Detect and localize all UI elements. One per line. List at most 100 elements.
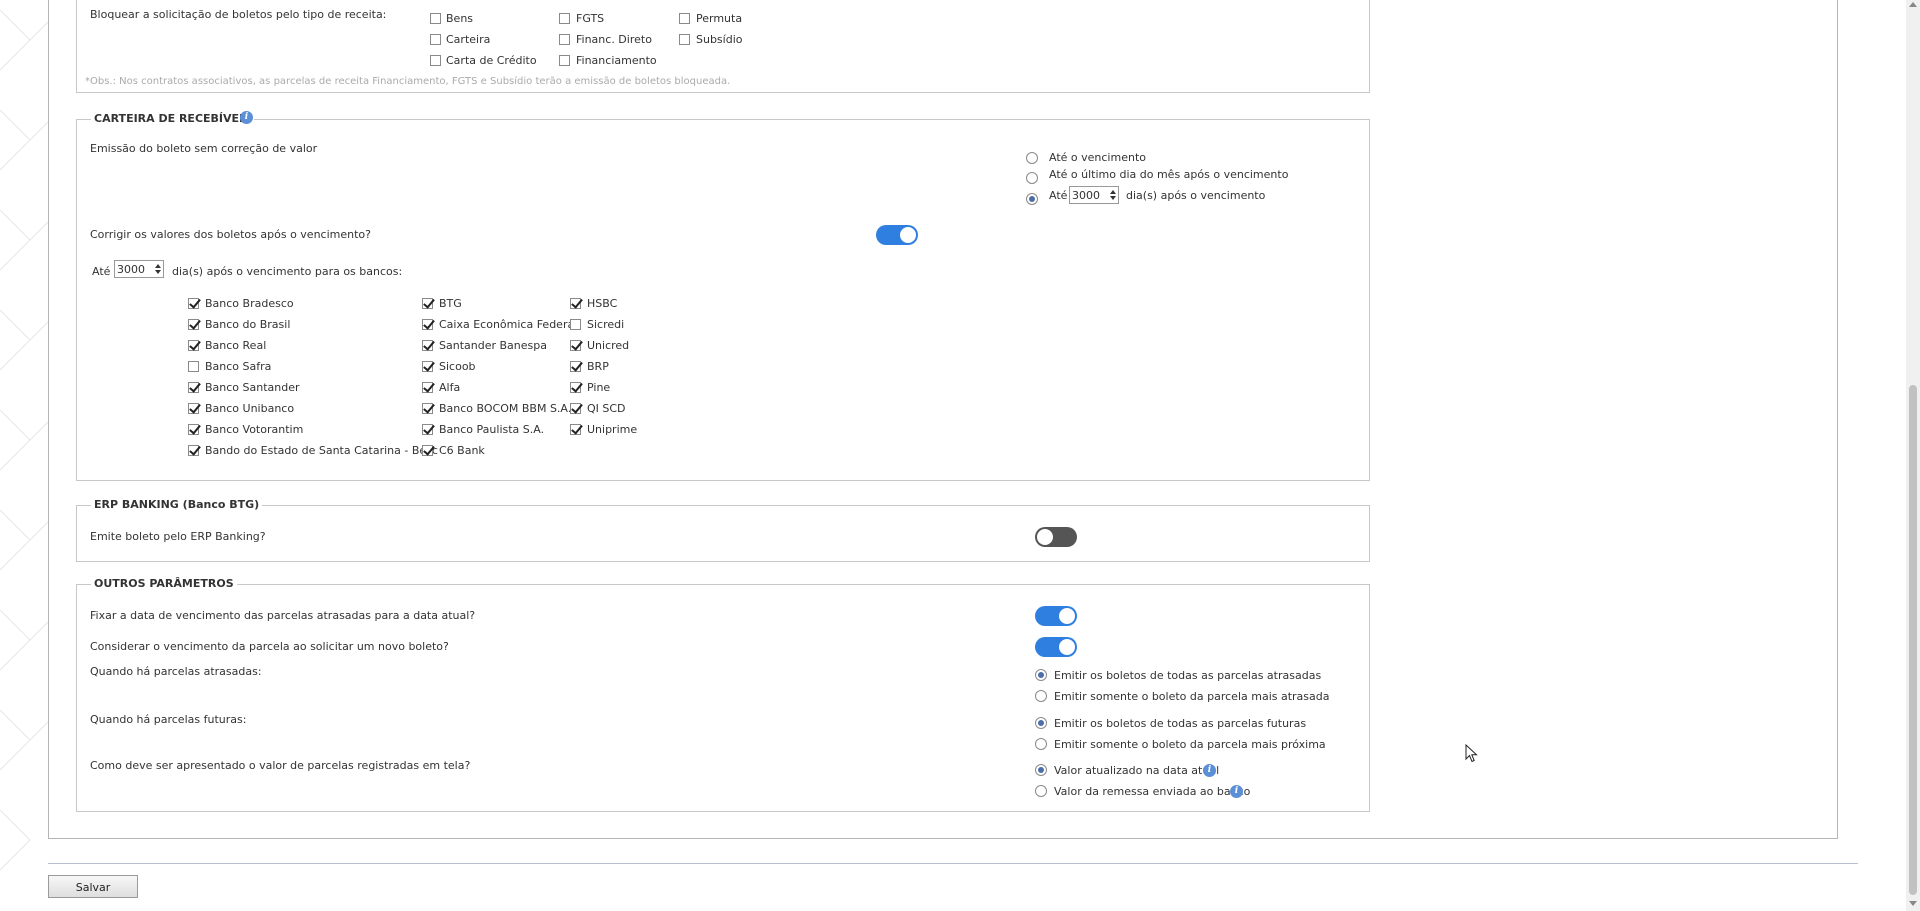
stepper-down-icon[interactable] [1110,196,1116,200]
checkbox-santander-banespa[interactable] [422,340,433,351]
scrollbar-thumb[interactable] [1909,385,1917,895]
radio-todas-atrasadas-label: Emitir os boletos de todas as parcelas a… [1054,669,1322,682]
radio-todas-futuras[interactable] [1035,717,1047,729]
carteira-legend: CARTEIRA DE RECEBÍVEIS [91,112,255,125]
save-button[interactable]: Salvar [48,875,138,898]
checkbox-banco-santander[interactable] [188,382,199,393]
checkbox-banco-bradesco-label: Banco Bradesco [205,297,294,310]
vertical-scrollbar[interactable] [1906,0,1920,911]
radio-mais-atrasada-label: Emitir somente o boleto da parcela mais … [1054,690,1330,703]
corrigir-label: Corrigir os valores dos boletos após o v… [90,228,371,241]
atrasadas-label: Quando há parcelas atrasadas: [90,665,262,678]
checkbox-banco-votorantim[interactable] [188,424,199,435]
ate-label: Até [92,265,111,278]
checkbox-banco-do-brasil[interactable] [188,319,199,330]
checkbox-banco-unibanco[interactable] [188,403,199,414]
radio-ultimo-dia-mes-label: Até o último dia do mês após o venciment… [1049,168,1289,181]
checkbox-carteira[interactable] [430,34,441,45]
checkbox-banco-real[interactable] [188,340,199,351]
outros-section: OUTROS PARÂMETROS Fixar a data de vencim… [76,577,1370,812]
info-icon[interactable]: i [240,111,253,124]
checkbox-carta-de-credito[interactable] [430,55,441,66]
dias-vencimento-stepper[interactable] [1069,186,1119,204]
checkbox-btg-label: BTG [439,297,462,310]
checkbox-carta-de-credito-label: Carta de Crédito [446,54,537,67]
scroll-down-icon[interactable] [1909,901,1917,906]
radio-mais-atrasada[interactable] [1035,690,1047,702]
checkbox-financ-direto[interactable] [559,34,570,45]
bloqueio-obs-note: *Obs.: Nos contratos associativos, as pa… [85,76,731,87]
checkbox-santander-banespa-label: Santander Banespa [439,339,547,352]
checkbox-unicred[interactable] [570,340,581,351]
checkbox-subsidio-label: Subsídio [696,33,743,46]
carteira-legend-text: CARTEIRA DE RECEBÍVEIS [94,112,252,125]
fixar-toggle[interactable] [1035,606,1077,626]
radio-ate-vencimento-label: Até o vencimento [1049,151,1146,164]
checkbox-c6-bank-label: C6 Bank [439,444,485,457]
radio-ate-dias[interactable] [1026,193,1038,205]
checkbox-banco-paulista-label: Banco Paulista S.A. [439,423,545,436]
mouse-cursor-icon [1465,744,1478,763]
checkbox-sicredi[interactable] [570,319,581,330]
checkbox-bens[interactable] [430,13,441,24]
dias-bancos-input[interactable] [117,262,145,276]
checkbox-bocom-bbm[interactable] [422,403,433,414]
considerar-label: Considerar o vencimento da parcela ao so… [90,640,449,653]
checkbox-banco-bradesco[interactable] [188,298,199,309]
checkbox-banco-paulista[interactable] [422,424,433,435]
checkbox-bocom-bbm-label: Banco BOCOM BBM S.A. [439,402,572,415]
futuras-label: Quando há parcelas futuras: [90,713,247,726]
emite-toggle[interactable] [1035,527,1077,547]
stepper-up-icon[interactable] [155,264,161,268]
scroll-up-icon[interactable] [1909,2,1917,7]
checkbox-qi-scd[interactable] [570,403,581,414]
dias-vencimento-input[interactable] [1072,188,1100,202]
radio-ate-dias-pre: Até [1049,189,1068,202]
info-icon[interactable]: i [1203,764,1216,777]
checkbox-caixa-label: Caixa Econômica Federal [439,318,578,331]
checkbox-banco-do-brasil-label: Banco do Brasil [205,318,291,331]
corrigir-toggle[interactable] [876,225,918,245]
checkbox-caixa[interactable] [422,319,433,330]
checkbox-uniprime[interactable] [570,424,581,435]
checkbox-btg[interactable] [422,298,433,309]
checkbox-pine[interactable] [570,382,581,393]
checkbox-brp[interactable] [570,361,581,372]
checkbox-alfa[interactable] [422,382,433,393]
checkbox-sicredi-label: Sicredi [587,318,625,331]
stepper-up-icon[interactable] [1110,190,1116,194]
checkbox-fgts-label: FGTS [576,12,605,25]
checkbox-fgts[interactable] [559,13,570,24]
checkbox-carteira-label: Carteira [446,33,491,46]
checkbox-unicred-label: Unicred [587,339,630,352]
radio-valor-atualizado[interactable] [1035,764,1047,776]
checkbox-banco-santander-label: Banco Santander [205,381,300,394]
footer-divider [48,863,1858,864]
fixar-label: Fixar a data de vencimento das parcelas … [90,609,476,622]
checkbox-hsbc[interactable] [570,298,581,309]
info-icon[interactable]: i [1230,785,1243,798]
checkbox-financiamento[interactable] [559,55,570,66]
checkbox-permuta[interactable] [679,13,690,24]
toggle-knob [900,227,916,243]
radio-valor-atualizado-label: Valor atualizado na data atual [1054,764,1220,777]
radio-ultimo-dia-mes[interactable] [1026,172,1038,184]
radio-mais-proxima[interactable] [1035,738,1047,750]
checkbox-c6-bank[interactable] [422,445,433,456]
stepper-down-icon[interactable] [155,270,161,274]
checkbox-besc[interactable] [188,445,199,456]
checkbox-banco-safra[interactable] [188,361,199,372]
checkbox-financ-direto-label: Financ. Direto [576,33,652,46]
bloqueio-label: Bloquear a solicitação de boletos pelo t… [90,8,387,21]
radio-todas-atrasadas[interactable] [1035,669,1047,681]
considerar-toggle[interactable] [1035,637,1077,657]
dias-bancos-stepper[interactable] [114,260,164,278]
checkbox-pine-label: Pine [587,381,611,394]
radio-ate-vencimento[interactable] [1026,152,1038,164]
erp-section: ERP BANKING (Banco BTG) Emite boleto pel… [76,498,1370,562]
checkbox-besc-label: Bando do Estado de Santa Catarina - Besc [205,444,438,457]
checkbox-sicoob[interactable] [422,361,433,372]
radio-valor-remessa[interactable] [1035,785,1047,797]
checkbox-financiamento-label: Financiamento [576,54,657,67]
checkbox-subsidio[interactable] [679,34,690,45]
